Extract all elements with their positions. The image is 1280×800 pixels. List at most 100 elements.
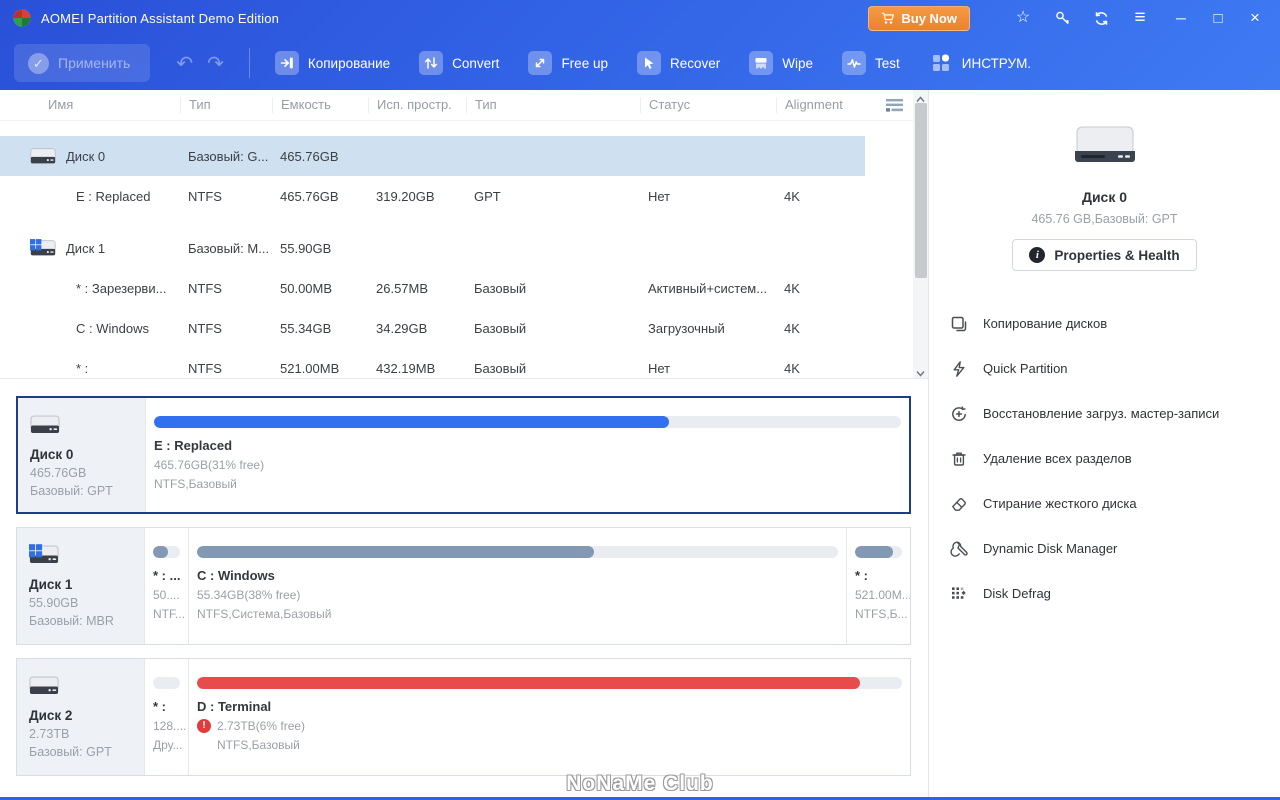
convert-arrows-icon [419,51,444,75]
test-button[interactable]: Test [842,51,900,75]
cart-icon [882,12,895,24]
check-circle-icon: ✓ [28,52,49,74]
col-capacity[interactable]: Емкость [272,97,368,113]
table-row[interactable]: * : Зарезерви... NTFS 50.00MB 26.57MB Ба… [0,268,865,308]
apply-label: Применить [58,55,131,71]
usage-bar [855,546,902,558]
defrag-dots-icon [949,585,969,603]
disk2-panel[interactable]: Диск 2 2.73TB Базовый: GPT * : 128.... Д… [16,658,911,776]
recover-button[interactable]: Recover [636,51,720,75]
disk-panels: Диск 0 465.76GB Базовый: GPT E : Replace… [0,378,928,797]
shredder-icon [749,51,774,75]
redo-icon[interactable]: ↷ [207,51,224,76]
sidebar-disk-summary: Диск 0 465.76 GB,Базовый: GPT i Properti… [929,90,1280,271]
titlebar: AOMEI Partition Assistant Demo Edition B… [0,0,1280,36]
wipe-button[interactable]: Wipe [749,51,813,75]
menu-item-copy-disks[interactable]: Копирование дисков [929,301,1280,346]
col-alignment[interactable]: Alignment [776,97,865,113]
disk0-info: Диск 0 465.76GB Базовый: GPT [18,398,145,512]
warning-icon: ! [197,719,211,733]
col-type[interactable]: Тип [180,97,272,113]
col-used-space[interactable]: Исп. простр. [368,97,466,113]
table-row[interactable]: Диск 0 Базовый: G... 465.76GB [0,136,865,176]
cursor-icon [636,51,661,75]
minimize-button[interactable]: ─ [1168,10,1194,26]
partition-block[interactable]: D : Terminal ! 2.73TB(6% free) NTFS,Базо… [188,659,910,775]
apply-button[interactable]: ✓ Применить [14,44,151,82]
partition-block[interactable]: * : ... 50.... NTF... [144,528,188,644]
col-status[interactable]: Статус [640,97,776,113]
copy-arrow-icon [274,51,299,75]
usage-bar [153,546,180,558]
register-key-icon[interactable] [1051,10,1073,27]
lightning-icon [949,360,969,378]
partition-block[interactable]: * : 521.00M... NTFS,Б... [846,528,910,644]
sidebar-disk-info: 465.76 GB,Базовый: GPT [1031,212,1178,226]
wrench-icon [949,540,969,558]
app-window: AOMEI Partition Assistant Demo Edition B… [0,0,1280,800]
table-row[interactable]: * : NTFS 521.00MB 432.19MB Базовый Нет 4… [0,348,865,378]
menu-item-wipe-disk[interactable]: Стирание жесткого диска [929,481,1280,526]
toolbar-separator [248,48,250,78]
trash-icon [949,450,969,468]
table-row[interactable]: E : Replaced NTFS 465.76GB 319.20GB GPT … [0,176,865,216]
disk2-info: Диск 2 2.73TB Базовый: GPT [17,659,144,775]
free-up-button[interactable]: Free up [528,51,608,75]
main-menu-icon[interactable]: ≡ [1129,7,1151,29]
info-icon: i [1029,247,1046,263]
update-sync-icon[interactable] [1090,10,1112,27]
app-logo-icon [13,9,31,27]
scroll-down-icon[interactable] [913,364,928,378]
menu-item-rebuild-mbr[interactable]: Восстановление загруз. мастер-записи [929,391,1280,436]
sidebar-disk-name: Диск 0 [1081,189,1128,205]
undo-icon[interactable]: ↶ [176,51,193,76]
buy-now-button[interactable]: Buy Now [868,5,970,31]
copy-disk-button[interactable]: Копирование [274,51,390,75]
table-header: Имя Тип Емкость Исп. простр. Тип Статус … [0,90,928,121]
usage-bar [153,677,180,689]
disk0-panel[interactable]: Диск 0 465.76GB Базовый: GPT E : Replace… [16,396,911,514]
restore-plus-icon [949,405,969,423]
partition-block[interactable]: C : Windows 55.34GB(38% free) NTFS,Систе… [188,528,846,644]
eraser-icon [949,495,969,513]
col-name[interactable]: Имя [0,97,180,113]
col-type2[interactable]: Тип [466,97,640,113]
disk1-panel[interactable]: Диск 1 55.90GB Базовый: MBR * : ... 50..… [16,527,911,645]
main-content: Имя Тип Емкость Исп. простр. Тип Статус … [0,90,928,797]
table-scrollbar[interactable] [913,90,928,378]
waveform-icon [842,51,867,75]
disk-icon [29,676,59,694]
table-row[interactable]: Диск 1 Базовый: M... 55.90GB [0,228,865,268]
grid-squares-icon [929,51,953,75]
column-settings-icon[interactable] [886,98,905,118]
buy-now-label: Buy Now [901,10,957,26]
copy-disks-icon [949,315,969,333]
usage-bar [154,416,901,428]
windows-disk-icon [29,544,59,563]
convert-button[interactable]: Convert [419,51,499,75]
disk-table: Имя Тип Емкость Исп. простр. Тип Статус … [0,90,928,378]
disk-image [1074,126,1135,162]
favorite-star-icon[interactable]: ☆ [1012,7,1034,29]
expand-arrows-icon [528,51,553,75]
disk-icon [30,148,56,164]
partition-block[interactable]: * : 128.... Дру... [144,659,188,775]
partition-block[interactable]: E : Replaced 465.76GB(31% free) NTFS,Баз… [145,398,909,512]
usage-bar [197,546,838,558]
sidebar-menu: Копирование дисков Quick Partition Восст… [929,301,1280,616]
menu-item-quick-partition[interactable]: Quick Partition [929,346,1280,391]
table-row[interactable]: C : Windows NTFS 55.34GB 34.29GB Базовый… [0,308,865,348]
scrollbar-thumb[interactable] [914,103,927,278]
toolbar: ✓ Применить ↶ ↷ Копирование Convert Free… [0,36,1280,90]
tools-button[interactable]: ИНСТРУМ. [929,51,1031,75]
maximize-button[interactable]: □ [1205,10,1231,27]
close-button[interactable]: × [1242,8,1268,28]
properties-health-button[interactable]: i Properties & Health [1012,239,1197,271]
disk1-info: Диск 1 55.90GB Базовый: MBR [17,528,144,644]
menu-item-dynamic-disk-manager[interactable]: Dynamic Disk Manager [929,526,1280,571]
menu-item-disk-defrag[interactable]: Disk Defrag [929,571,1280,616]
scroll-up-icon[interactable] [913,90,928,104]
sidebar: Диск 0 465.76 GB,Базовый: GPT i Properti… [928,90,1280,797]
usage-bar [197,677,902,689]
menu-item-delete-partitions[interactable]: Удаление всех разделов [929,436,1280,481]
